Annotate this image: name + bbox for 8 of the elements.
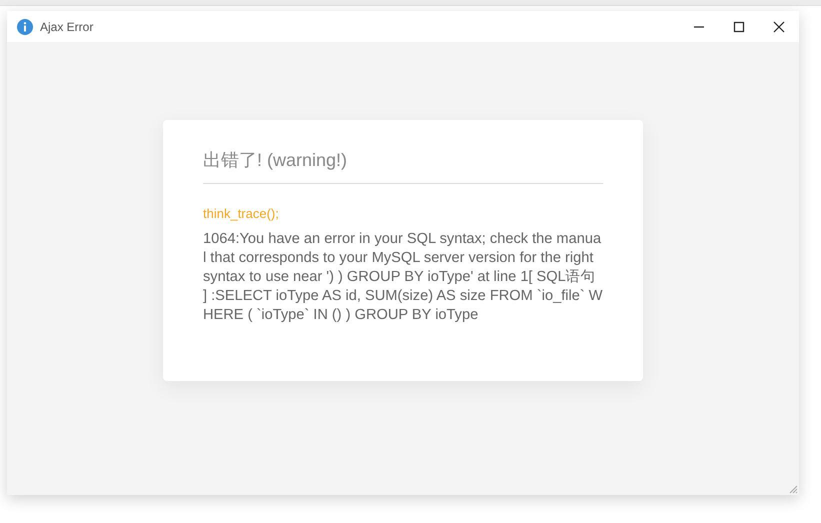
info-icon [17,18,33,34]
error-heading: 出错了! (warning!) [203,149,348,172]
error-message: 1064:You have an error in your SQL syntax; check the manual that corresponds to your MySQL server version for the right syntax to use near ') ) GROUP BY ioType' at line 1[ SQL语句 ] :SELECT ioType AS id, SUM(size) AS size FROM `io_file` WHERE ( `ioType` IN () ) GROUP BY ioType [203,230,603,325]
close-icon[interactable] [773,20,785,32]
window-title: Ajax Error [40,20,94,34]
resize-grip-icon[interactable] [789,485,798,494]
trace-text: think_trace(); [203,206,280,221]
maximize-icon[interactable] [733,20,745,32]
